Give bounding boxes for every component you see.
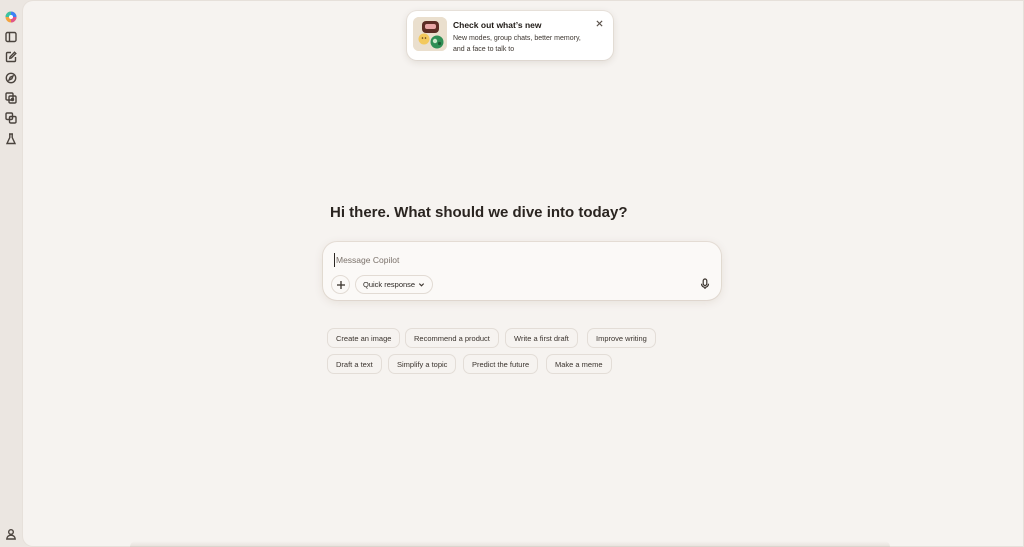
- suggestion-chip[interactable]: Make a meme: [546, 354, 612, 374]
- left-rail: [0, 0, 22, 547]
- suggestion-chip[interactable]: Improve writing: [587, 328, 656, 348]
- microphone-button[interactable]: [697, 276, 713, 292]
- whats-new-description: New modes, group chats, better memory, a…: [453, 35, 581, 53]
- microphone-icon: [700, 278, 710, 289]
- attach-button[interactable]: [331, 275, 350, 294]
- plus-icon: [336, 280, 345, 289]
- suggestion-chip[interactable]: Write a first draft: [505, 328, 578, 348]
- response-mode-dropdown[interactable]: Quick response: [355, 275, 434, 294]
- sidebar-toggle-icon[interactable]: [3, 29, 19, 45]
- chevron-down-icon: [419, 283, 425, 287]
- labs-icon[interactable]: [3, 131, 19, 147]
- close-icon[interactable]: [593, 17, 605, 29]
- pages-icon[interactable]: [3, 110, 19, 126]
- new-chat-icon[interactable]: [3, 49, 19, 65]
- discover-icon[interactable]: [3, 70, 19, 86]
- bottom-fade: [130, 541, 890, 547]
- message-composer: Quick response: [323, 242, 721, 300]
- imagine-icon[interactable]: [3, 90, 19, 106]
- whats-new-card[interactable]: Check out what’s new New modes, group ch…: [407, 11, 613, 60]
- whats-new-title: Check out what’s new: [453, 20, 542, 30]
- whats-new-thumbnail-icon: [413, 17, 447, 51]
- suggestion-chip[interactable]: Create an image: [327, 328, 401, 348]
- suggestion-chip[interactable]: Recommend a product: [405, 328, 499, 348]
- message-input[interactable]: [334, 253, 694, 267]
- suggestion-chip[interactable]: Simplify a topic: [388, 354, 457, 374]
- suggestion-chip[interactable]: Draft a text: [327, 354, 382, 374]
- greeting-heading: Hi there. What should we dive into today…: [330, 204, 628, 221]
- copilot-logo-icon[interactable]: [3, 9, 19, 25]
- suggestion-chip[interactable]: Predict the future: [463, 354, 539, 374]
- profile-icon[interactable]: [3, 526, 19, 542]
- response-mode-label: Quick response: [363, 280, 416, 289]
